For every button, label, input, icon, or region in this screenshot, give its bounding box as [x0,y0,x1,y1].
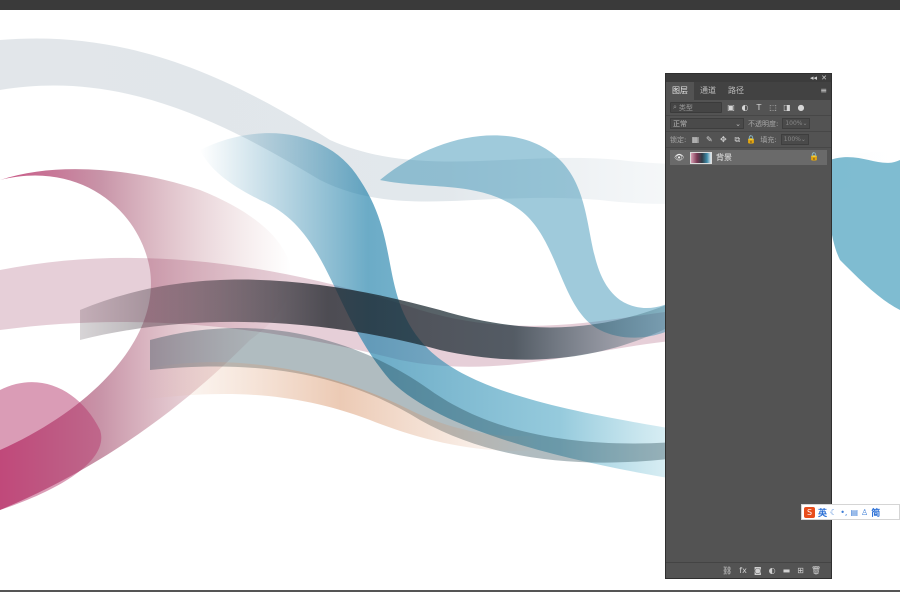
shape-filter-icon[interactable]: ⬚ [768,103,778,113]
lock-position-icon[interactable]: ✥ [718,135,728,145]
layer-name[interactable]: 背景 [716,152,732,163]
layer-thumbnail [690,151,712,164]
lock-all-icon[interactable]: 🔒 [746,135,756,145]
sogou-logo-icon[interactable]: S [804,506,815,518]
fill-label: 填充: [760,135,777,144]
user-icon[interactable]: ♙ [861,508,868,517]
panel-menu-icon[interactable]: ≡ [820,86,827,95]
punctuation-icon[interactable]: •, [840,508,847,517]
adjustment-icon[interactable]: ◐ [769,566,776,575]
fx-icon[interactable]: fx [739,566,747,575]
fill-value: 100% [783,136,801,143]
layer-filter-select[interactable]: ⌕ 类型 [670,102,722,113]
adjustment-filter-icon[interactable]: ◐ [740,103,750,113]
filter-type-label: 类型 [678,103,693,112]
tab-layers[interactable]: 图层 [666,82,694,100]
blend-mode-select[interactable]: 正常 ⌄ [670,118,744,129]
chevron-down-icon: ⌄ [800,136,806,143]
chevron-down-icon: ⌄ [735,119,741,128]
group-icon[interactable]: ▬ [783,566,791,575]
panel-bottom-bar: ⛓ fx ◙ ◐ ▬ ⊞ 🗑 [666,562,831,578]
lock-row: 锁定: ▦ ✎ ✥ ⧉ 🔒 填充: 100% ⌄ [666,132,831,148]
ime-mode[interactable]: 简 [871,506,880,519]
pixel-filter-icon[interactable]: ▣ [726,103,736,113]
type-filter-icon[interactable]: T [754,103,764,113]
opacity-value: 100% [785,120,803,127]
trash-icon[interactable]: 🗑 [811,566,821,575]
tab-paths[interactable]: 路径 [722,82,750,100]
collapse-icon[interactable]: ◂◂ [810,74,817,82]
opacity-field[interactable]: 100% ⌄ [782,118,811,129]
layer-lock-icon: 🔒 [809,152,819,161]
eye-icon[interactable]: 👁 [674,153,686,162]
panel-tab-bar: 图层 通道 路径 ≡ [666,82,831,100]
blend-row: 正常 ⌄ 不透明度: 100% ⌄ [666,116,831,132]
lock-artboard-icon[interactable]: ⧉ [732,135,742,145]
lock-label: 锁定: [670,135,687,144]
lock-transparent-icon[interactable]: ▦ [690,135,700,145]
panel-title-strip: ◂◂ ✕ [666,74,831,82]
moon-icon[interactable]: ☾ [830,508,837,517]
lock-image-icon[interactable]: ✎ [704,135,714,145]
filter-row: ⌕ 类型 ▣ ◐ T ⬚ ◨ ● [666,100,831,116]
fill-field[interactable]: 100% ⌄ [780,134,809,145]
ime-toolbar: S 英 ☾ •, ▤ ♙ 简 [801,504,900,520]
blend-mode-value: 正常 [673,119,687,128]
new-layer-icon[interactable]: ⊞ [797,566,804,575]
opacity-label: 不透明度: [748,119,779,128]
mask-icon[interactable]: ◙ [754,566,762,575]
link-icon[interactable]: ⛓ [722,566,732,575]
close-icon[interactable]: ✕ [821,74,827,82]
ime-language[interactable]: 英 [818,506,827,519]
layer-row-background[interactable]: 👁 背景 🔒 [670,150,827,165]
top-toolbar-strip [0,0,900,10]
smartobject-filter-icon[interactable]: ◨ [782,103,792,113]
filter-toggle-icon[interactable]: ● [796,103,806,113]
tab-channels[interactable]: 通道 [694,82,722,100]
search-icon: ⌕ [673,103,677,111]
chevron-down-icon: ⌄ [802,120,808,127]
keyboard-icon[interactable]: ▤ [850,508,858,517]
